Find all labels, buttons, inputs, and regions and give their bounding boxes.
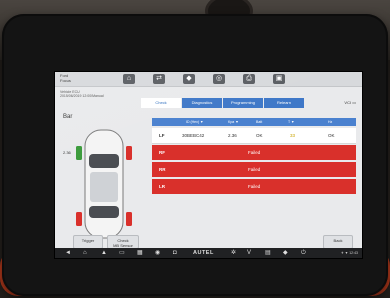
home-icon[interactable]: ⌂ xyxy=(123,74,135,84)
row-status: Failed xyxy=(248,150,261,155)
tab-programming[interactable]: Programming xyxy=(223,98,263,108)
table-header: ID (Hex) ▼ Kpa ▼ Batt T ▼ Hz xyxy=(152,118,356,126)
vci-status: VCI ▭ xyxy=(344,100,356,105)
back-button[interactable]: Back xyxy=(323,235,353,249)
row-battery: OK xyxy=(256,133,263,138)
home-icon[interactable]: ⌂ xyxy=(83,249,87,257)
steering-icon[interactable]: ◎ xyxy=(213,74,225,84)
unit-label: Bar xyxy=(63,114,73,120)
tab-diagnostics[interactable]: Diagnostics xyxy=(182,98,222,108)
bus-icon[interactable]: ▤ xyxy=(265,249,271,257)
row-pressure: 2.36 xyxy=(228,133,237,138)
breadcrumb: Vehicle ECU 2015/06/2019 12:00/Manual xyxy=(60,90,104,98)
brand-logo: AUTEL xyxy=(193,250,214,256)
row-position: LF xyxy=(159,133,165,138)
trigger-button[interactable]: Trigger xyxy=(73,235,103,249)
row-position: LR xyxy=(159,184,165,189)
chrome-icon[interactable]: ◉ xyxy=(155,249,160,257)
grid-icon[interactable]: ▦ xyxy=(137,249,143,257)
tire-rf[interactable] xyxy=(126,146,132,160)
car-top-view-icon xyxy=(76,129,132,239)
car-diagram: 2.36 xyxy=(63,124,145,244)
row-status: Failed xyxy=(248,167,261,172)
header-freq[interactable]: Hz xyxy=(328,118,332,126)
car-service-icon[interactable]: ◆ xyxy=(283,249,288,257)
header-temp[interactable]: T ▼ xyxy=(288,118,295,126)
header-id[interactable]: ID (Hex) ▼ xyxy=(186,118,203,126)
status-clock: ✈ ▼ 12:43 xyxy=(340,251,358,255)
header-pressure[interactable]: Kpa ▼ xyxy=(228,118,239,126)
tablet-screen: Ford Focus ⌂ ⇄ ◆ ◎ ⎙ ▣ Vehicle ECU 2015/… xyxy=(55,72,362,258)
check-mb-sensor-button[interactable]: Check MB Sensor xyxy=(107,235,139,249)
car-icon[interactable]: ◆ xyxy=(183,74,195,84)
tab-relearn[interactable]: Relearn xyxy=(264,98,304,108)
table-row[interactable]: LF 30BEBC42 2.36 OK 33 OK xyxy=(152,128,356,144)
back-icon[interactable]: ◄ xyxy=(65,249,71,257)
row-freq: OK xyxy=(328,133,335,138)
car-icon[interactable]: ▲ xyxy=(101,249,107,257)
top-bar: Ford Focus ⌂ ⇄ ◆ ◎ ⎙ ▣ xyxy=(55,72,362,87)
row-position: RF xyxy=(159,150,165,155)
row-temp: 33 xyxy=(290,133,296,138)
tire-rr[interactable] xyxy=(126,212,132,226)
window-icon[interactable]: ▭ xyxy=(119,249,125,257)
row-id: 30BEBC42 xyxy=(182,133,205,138)
tab-check[interactable]: Check xyxy=(141,98,181,108)
table-row[interactable]: LR Failed xyxy=(152,179,356,194)
swap-icon[interactable]: ⇄ xyxy=(153,74,165,84)
row-position: RR xyxy=(159,167,166,172)
tire-lf[interactable] xyxy=(76,146,82,160)
row-status: Failed xyxy=(248,184,261,189)
system-bar: ◄ ⌂ ▲ ▭ ▦ ◉ ◘ AUTEL ✲ V ▤ ◆ ⏻ ✈ ▼ 12:43 xyxy=(55,248,362,258)
tire-lr[interactable] xyxy=(76,212,82,226)
vehicle-model: Focus xyxy=(60,78,71,83)
vci-icon[interactable]: V xyxy=(247,249,251,257)
vehicle-title: Ford Focus xyxy=(60,73,71,83)
camera-icon[interactable]: ◘ xyxy=(173,249,177,257)
message-icon[interactable]: ▣ xyxy=(273,74,285,84)
battery-icon: ▭ xyxy=(352,100,356,105)
table-row[interactable]: RR Failed xyxy=(152,162,356,177)
header-battery[interactable]: Batt xyxy=(256,118,262,126)
settings-icon[interactable]: ✲ xyxy=(231,249,236,257)
print-icon[interactable]: ⎙ xyxy=(243,74,255,84)
vci-label: VCI xyxy=(344,100,352,105)
power-icon[interactable]: ⏻ xyxy=(301,249,306,257)
breadcrumb-line2: 2015/06/2019 12:00/Manual xyxy=(60,94,104,98)
table-row[interactable]: RF Failed xyxy=(152,145,356,160)
lf-pressure-value: 2.36 xyxy=(63,150,71,155)
